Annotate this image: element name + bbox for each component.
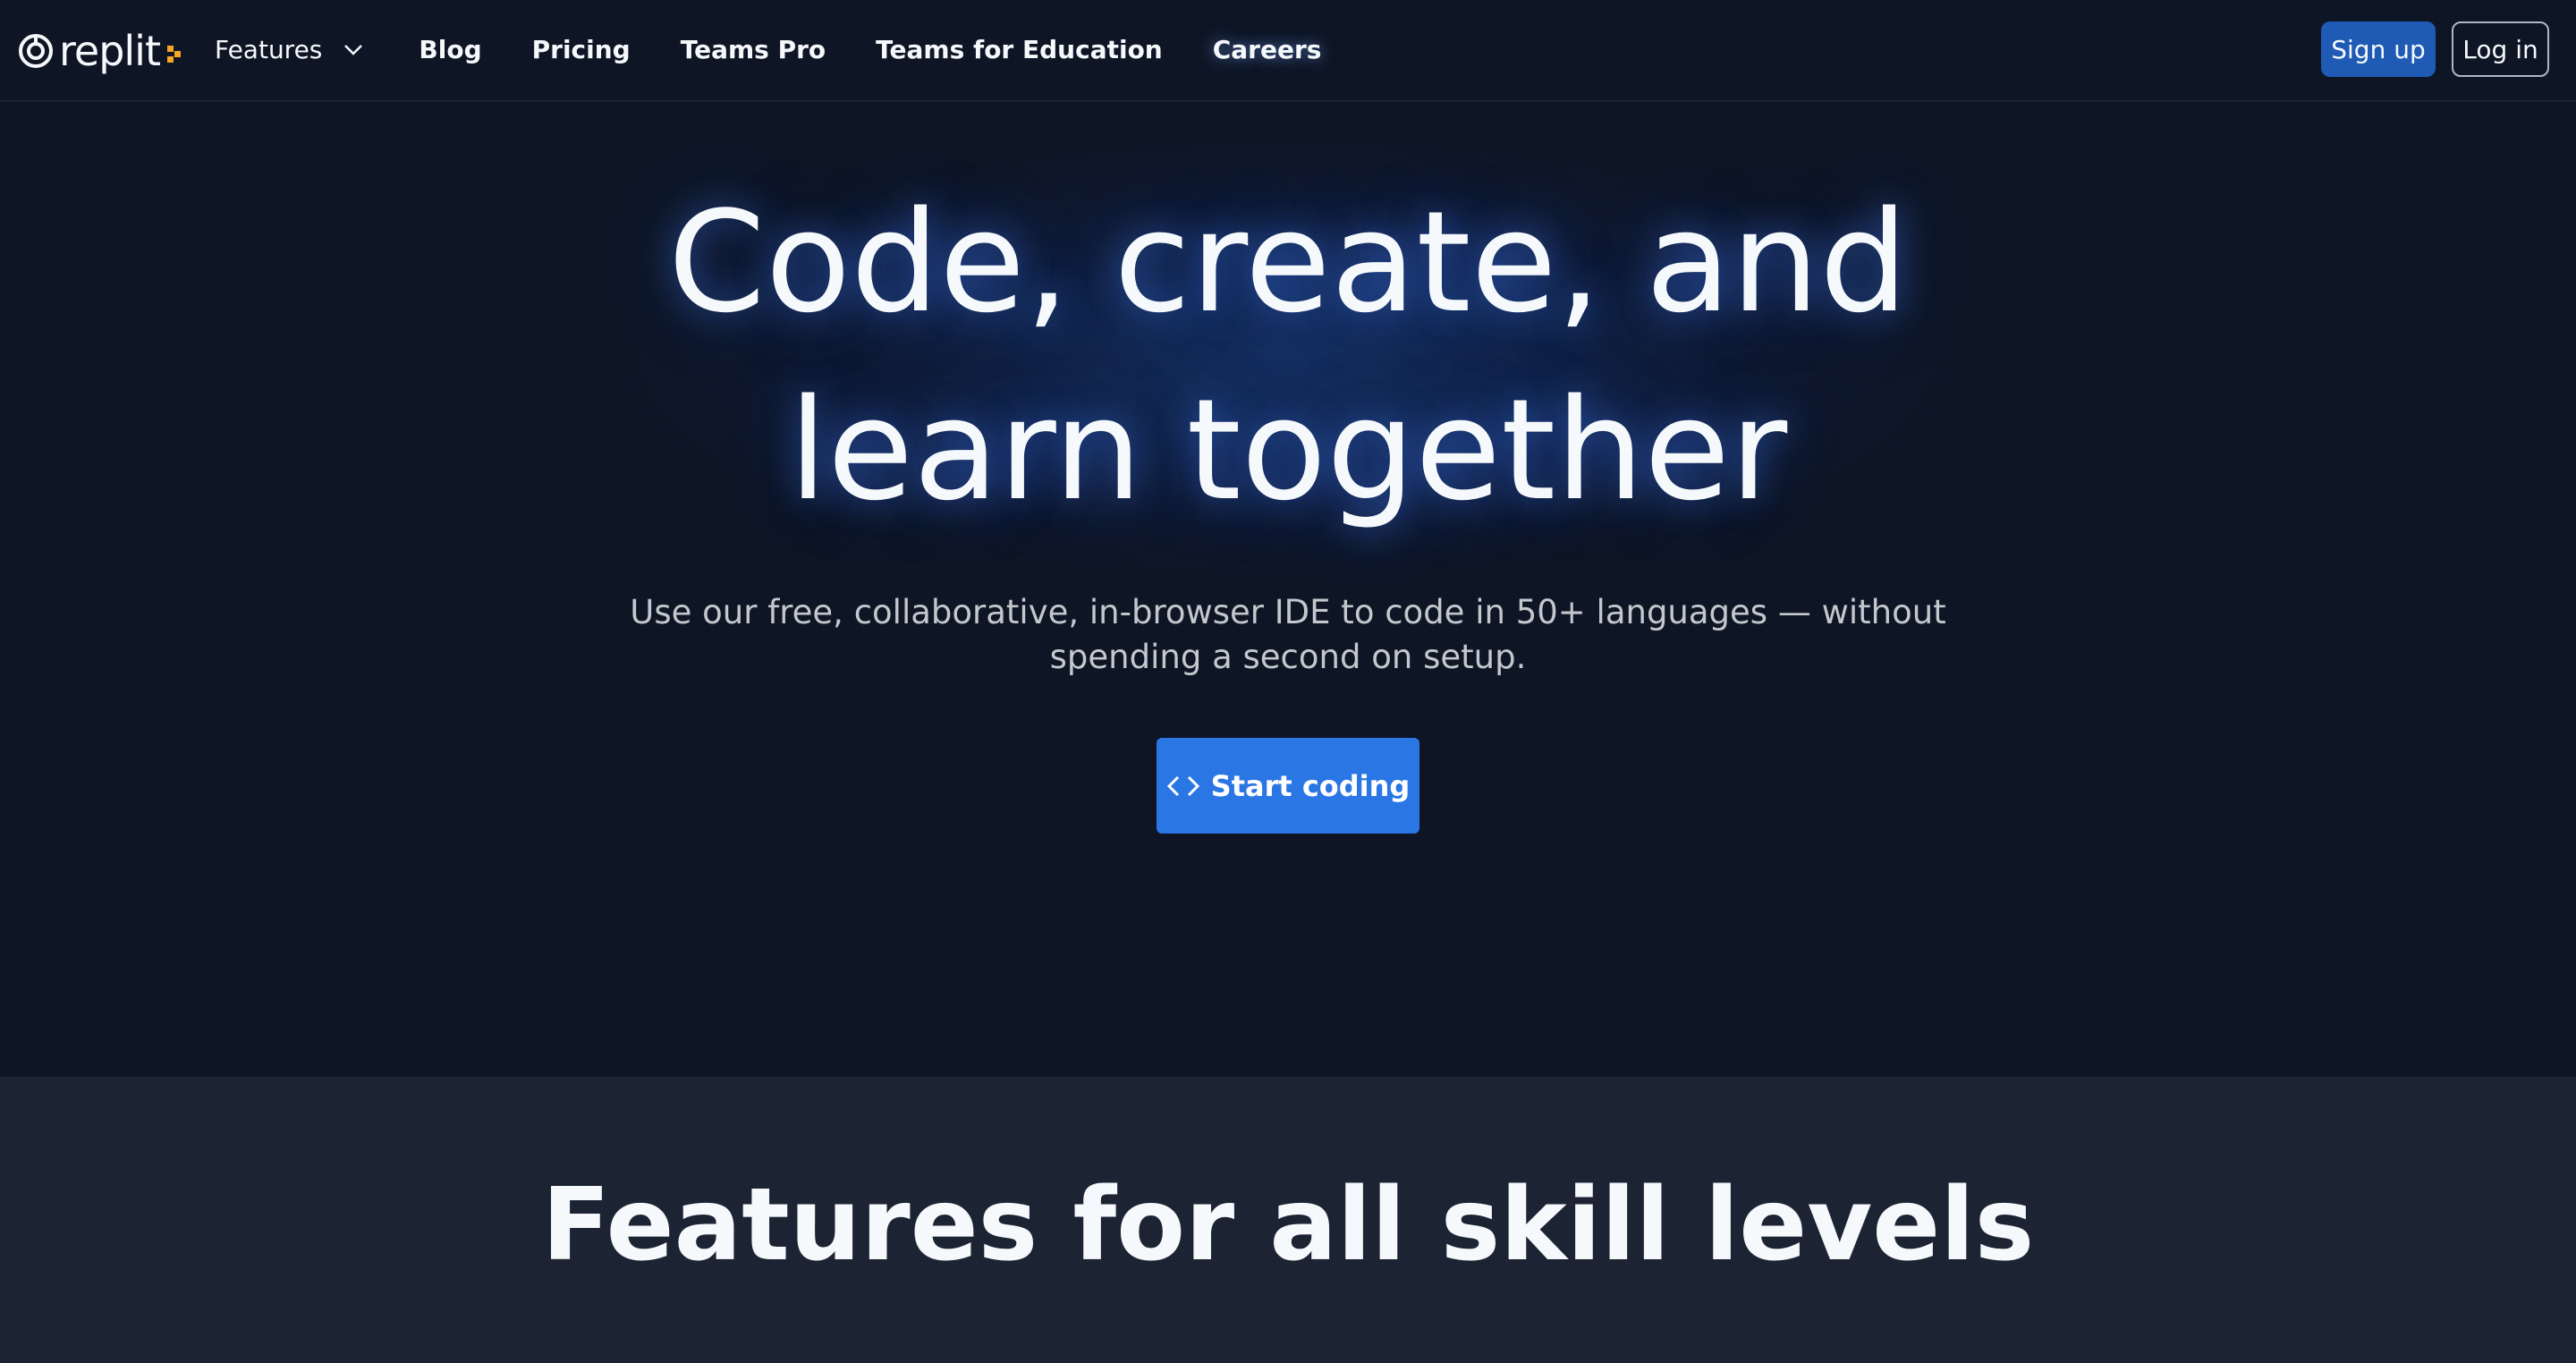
replit-logo[interactable]: replit: [18, 27, 183, 75]
nav-item-careers[interactable]: Careers: [1213, 27, 1322, 73]
hero-title: Code, create, and learn together: [0, 168, 2576, 544]
nav-item-features-label: Features: [215, 35, 323, 64]
hero-subtitle: Use our free, collaborative, in-browser …: [572, 590, 2004, 680]
start-coding-button[interactable]: Start coding: [1157, 738, 1419, 834]
nav-links: Features Blog Pricing Teams Pro Teams fo…: [215, 27, 1371, 73]
log-in-button[interactable]: Log in: [2452, 21, 2549, 77]
nav-item-blog[interactable]: Blog: [419, 27, 481, 73]
nav-item-features[interactable]: Features: [215, 27, 363, 73]
hero-subtitle-line-2: spending a second on setup.: [1049, 638, 1527, 676]
start-coding-label: Start coding: [1210, 768, 1411, 803]
nav-item-pricing[interactable]: Pricing: [532, 27, 631, 73]
logo-dots-icon: [167, 46, 181, 63]
nav-item-teams-pro[interactable]: Teams Pro: [681, 27, 826, 73]
hero-title-line-2: learn together: [788, 368, 1788, 531]
page: replit Features Blog Pricing Teams Pro T…: [0, 0, 2576, 1363]
hero-title-line-1: Code, create, and: [667, 181, 1909, 343]
top-nav: replit Features Blog Pricing Teams Pro T…: [0, 0, 2576, 102]
replit-logo-icon: [19, 34, 53, 68]
nav-item-teams-for-education[interactable]: Teams for Education: [876, 27, 1163, 73]
chevron-down-icon: [344, 45, 363, 55]
logo-wordmark: replit: [59, 27, 161, 75]
features-heading: Features for all skill levels: [541, 1167, 2035, 1283]
sign-up-button[interactable]: Sign up: [2321, 21, 2436, 77]
hero-subtitle-line-1: Use our free, collaborative, in-browser …: [630, 593, 1946, 631]
code-icon: [1166, 775, 1199, 796]
